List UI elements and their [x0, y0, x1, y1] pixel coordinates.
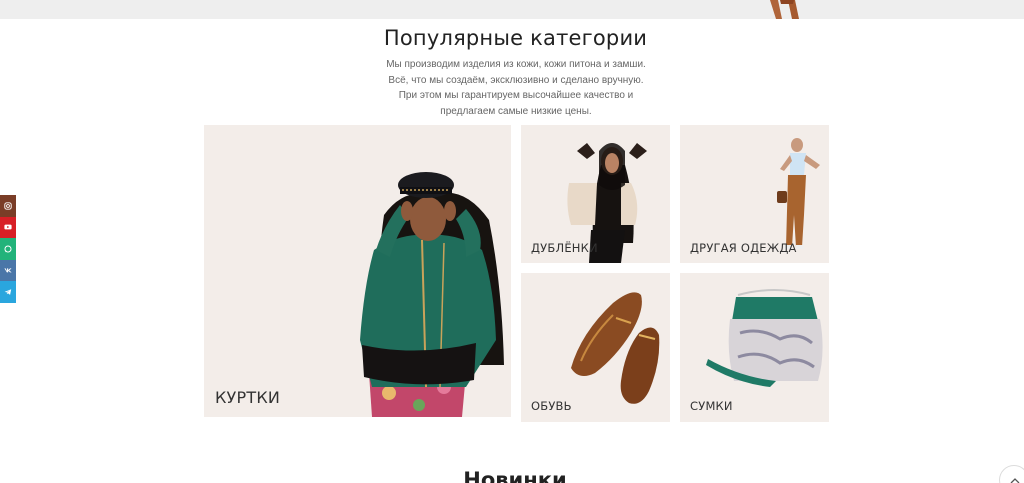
instagram-icon [4, 202, 12, 210]
category-tile-other-clothing[interactable]: Другая одежда [680, 125, 829, 263]
social-whatsapp-button[interactable] [0, 238, 16, 260]
category-tile-shoes[interactable]: Обувь [521, 273, 670, 422]
social-youtube-button[interactable] [0, 216, 16, 238]
category-label-jackets: Куртки [215, 388, 281, 407]
category-tile-sheepskin[interactable]: Дублёнки [521, 125, 670, 263]
section-title: Популярные категории [383, 26, 648, 50]
category-tile-jackets[interactable]: Куртки [204, 125, 511, 417]
social-telegram-button[interactable] [0, 281, 16, 303]
youtube-icon [4, 224, 12, 230]
previous-section-banner [0, 0, 1024, 19]
category-label-sheepskin: Дублёнки [531, 241, 598, 255]
new-arrivals-title: Новинки [463, 468, 567, 483]
section-description: Мы производим изделия из кожи, кожи пито… [386, 59, 646, 117]
chevron-up-icon [1010, 478, 1020, 483]
category-tile-bags[interactable]: Сумки [680, 273, 829, 422]
social-vk-button[interactable] [0, 259, 16, 281]
model-legs-image [770, 0, 799, 19]
category-label-bags: Сумки [690, 399, 733, 413]
scroll-to-top-button[interactable] [999, 465, 1024, 483]
category-label-shoes: Обувь [531, 399, 572, 413]
jacket-model-image [360, 172, 504, 417]
category-label-other-clothing: Другая одежда [690, 241, 797, 255]
whatsapp-icon [4, 245, 12, 253]
social-instagram-button[interactable] [0, 195, 16, 217]
telegram-icon [4, 289, 12, 295]
vk-icon [4, 268, 12, 273]
